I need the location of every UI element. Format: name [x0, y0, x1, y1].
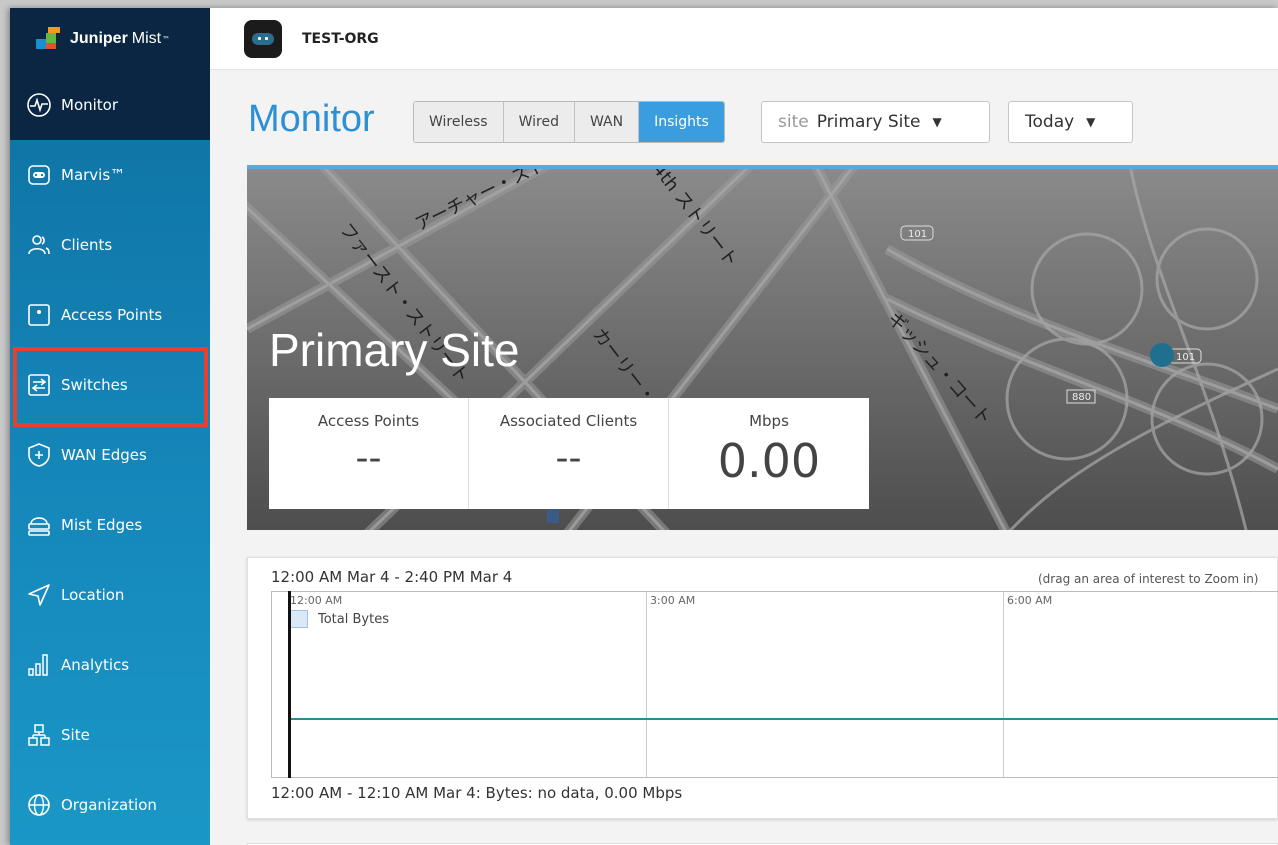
juniper-logo-icon [36, 27, 66, 51]
stat-value: -- [555, 438, 582, 479]
time-range-dropdown[interactable]: Today ▼ [1008, 101, 1133, 143]
sidebar-item-monitor[interactable]: Monitor [10, 70, 210, 140]
timeline-range: 12:00 AM Mar 4 - 2:40 PM Mar 4 [271, 568, 513, 586]
stat-mbps: Mbps 0.00 [669, 398, 869, 509]
stat-label: Mbps [749, 412, 789, 430]
tab-insights[interactable]: Insights [639, 102, 724, 142]
timeline-card: 12:00 AM Mar 4 - 2:40 PM Mar 4 (drag an … [247, 557, 1278, 819]
top-bar: TEST-ORG [210, 8, 1278, 70]
wan-edges-icon [28, 443, 50, 467]
timeline-status: 12:00 AM - 12:10 AM Mar 4: Bytes: no dat… [271, 784, 683, 802]
org-name[interactable]: TEST-ORG [302, 31, 379, 47]
sidebar-item-wan-edges[interactable]: WAN Edges [10, 420, 210, 490]
site-name-title: Primary Site [269, 324, 520, 376]
stat-label: Access Points [317, 412, 420, 430]
timeline-tick-label: 12:00 AM [290, 594, 343, 607]
brand-name-2: Mist [131, 30, 162, 47]
timeline-tick-label: 3:00 AM [650, 594, 696, 607]
caret-down-icon: ▼ [932, 115, 942, 129]
timeline-gridline [646, 592, 647, 777]
stat-associated-clients: Associated Clients -- [469, 398, 669, 509]
sidebar-item-label: Monitor [61, 96, 119, 114]
sidebar-item-marvis[interactable]: Marvis™ [10, 140, 210, 210]
access-points-icon [28, 304, 50, 326]
sidebar-item-label: Analytics [61, 656, 130, 674]
site-dropdown-value: Primary Site [816, 112, 921, 132]
sidebar-item-site[interactable]: Site [10, 700, 210, 770]
sidebar: Juniper Mist ™ Monitor Marvis™ Clients A… [10, 8, 210, 845]
sidebar-item-organization[interactable]: Organization [10, 770, 210, 840]
stat-access-points: Access Points -- [269, 398, 469, 509]
timeline-cursor[interactable] [288, 591, 291, 778]
timeline-legend: Total Bytes [290, 610, 389, 628]
organization-icon [28, 794, 50, 816]
analytics-icon [28, 654, 48, 676]
sidebar-item-mist-edges[interactable]: Mist Edges [10, 490, 210, 560]
sidebar-item-label: WAN Edges [61, 446, 147, 464]
sidebar-item-label: Location [61, 586, 125, 604]
site-dropdown[interactable]: site Primary Site ▼ [761, 101, 990, 143]
stat-label: Associated Clients [499, 412, 638, 430]
stat-value: -- [355, 438, 382, 479]
site-location-marker[interactable] [1150, 343, 1174, 367]
sidebar-item-label: Clients [61, 236, 113, 254]
site-banner: ファースト・ストリート アーチャー・ストリート 4th ストリート カーリー・ス… [247, 165, 1278, 530]
tab-wired[interactable]: Wired [503, 102, 575, 142]
location-icon [28, 584, 50, 606]
stat-value: 0.00 [717, 434, 821, 488]
timeline-gridline [1003, 592, 1004, 777]
sidebar-item-analytics[interactable]: Analytics [10, 630, 210, 700]
sidebar-item-label: Mist Edges [61, 516, 143, 534]
map-highway-label: 101 [1176, 352, 1195, 363]
sidebar-item-clients[interactable]: Clients [10, 210, 210, 280]
marvis-icon [28, 165, 50, 185]
sidebar-item-label: Marvis™ [61, 166, 126, 184]
sidebar-item-location[interactable]: Location [10, 560, 210, 630]
sidebar-item-label: Organization [61, 796, 157, 814]
sidebar-item-label: Access Points [61, 306, 163, 324]
clients-icon [28, 235, 50, 255]
monitor-tabs: Wireless Wired WAN Insights [413, 101, 725, 143]
mist-edges-icon [28, 517, 50, 536]
sidebar-item-label: Site [61, 726, 90, 744]
tab-wan[interactable]: WAN [574, 102, 640, 142]
brand-logo[interactable]: Juniper Mist ™ [10, 8, 210, 70]
tab-wireless[interactable]: Wireless [414, 102, 504, 142]
site-stats: Access Points -- Associated Clients -- M… [269, 398, 869, 509]
map-highway-label: 101 [908, 229, 927, 240]
timeline-tick-label: 6:00 AM [1007, 594, 1053, 607]
time-dropdown-value: Today [1025, 112, 1075, 132]
main-content: Monitor Wireless Wired WAN Insights site… [210, 70, 1278, 845]
map-poi-icon [547, 509, 559, 523]
legend-label: Total Bytes [318, 611, 389, 627]
sidebar-item-access-points[interactable]: Access Points [10, 280, 210, 350]
timeline-series-line [290, 718, 1278, 720]
map-highway-label: 880 [1072, 392, 1091, 403]
site-icon [28, 724, 50, 746]
app-window: Juniper Mist ™ Monitor Marvis™ Clients A… [10, 8, 1278, 845]
timeline-zoom-hint: (drag an area of interest to Zoom in) [1038, 572, 1259, 586]
brand-name: Juniper [70, 30, 128, 47]
monitor-icon [27, 93, 51, 117]
timeline-chart[interactable]: 12:00 AM 3:00 AM 6:00 AM Total Bytes [271, 591, 1278, 778]
org-avatar-icon[interactable] [244, 19, 282, 58]
caret-down-icon: ▼ [1086, 115, 1096, 129]
site-dropdown-prefix: site [778, 112, 809, 132]
page-title: Monitor [248, 98, 375, 140]
legend-swatch [290, 610, 308, 628]
switches-highlight-box [13, 347, 208, 427]
brand-tm: ™ [162, 34, 171, 44]
